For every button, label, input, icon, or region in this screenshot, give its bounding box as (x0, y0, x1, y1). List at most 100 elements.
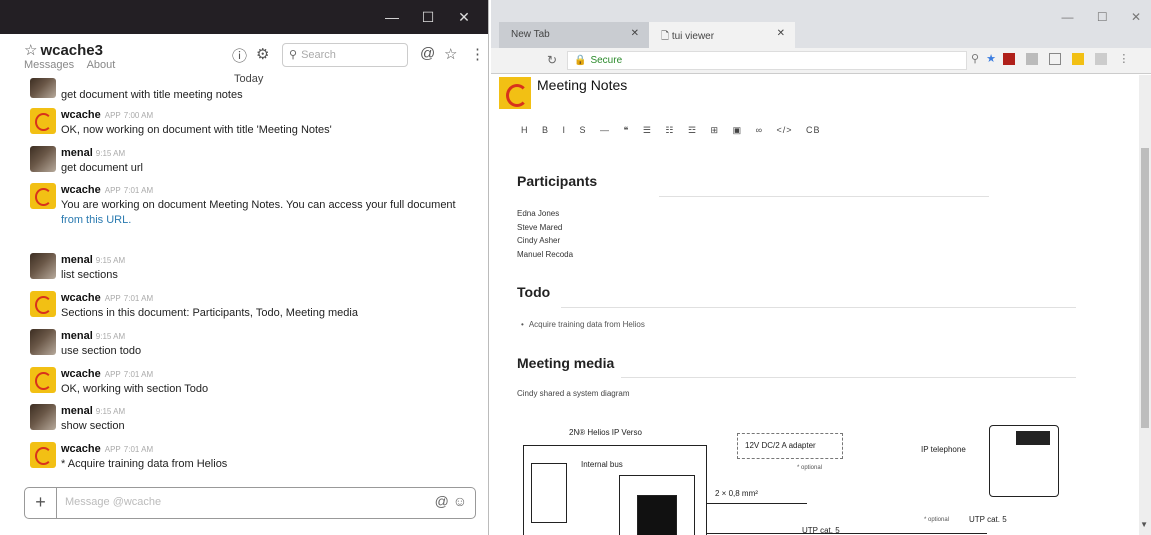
message-text: get document url (61, 162, 143, 174)
wcache-extension-icon[interactable] (1072, 53, 1085, 66)
message-text: * Acquire training data from Helios (61, 458, 228, 470)
avatar[interactable] (30, 146, 56, 172)
channel-title[interactable]: ☆ wcache3 (24, 41, 103, 59)
tab-new-tab[interactable]: New Tab ✕ (499, 22, 649, 48)
star-outline-icon[interactable]: ☆ (444, 45, 457, 63)
minimize-icon[interactable]: — (374, 0, 410, 34)
info-icon[interactable]: ⓘ (232, 45, 247, 66)
message-body: menal 9:15 AM use section todo (61, 329, 481, 359)
message-time[interactable]: 7:00 AM (124, 111, 153, 120)
browser-toolbar: ⚲ ★ ⋮ (971, 52, 1131, 66)
document-page: Meeting Notes H B I S — ❝ ☰ ☷ ☲ ⊞ ▣ ∞ </… (491, 75, 1139, 535)
reload-icon[interactable]: ↻ (547, 53, 557, 67)
cast-icon[interactable] (1049, 53, 1062, 66)
message-text: Sections in this document: Participants,… (61, 307, 358, 319)
url-field[interactable]: 🔒 Secure (567, 51, 967, 70)
editor-toolbar[interactable]: H B I S — ❝ ☰ ☷ ☲ ⊞ ▣ ∞ </> CB (521, 125, 821, 136)
app-badge: APP (104, 445, 121, 454)
message-author[interactable]: wcache (61, 443, 101, 455)
diagram-unit-display (637, 495, 677, 535)
maximize-icon[interactable]: ☐ (410, 0, 446, 34)
attach-plus-icon[interactable]: + (25, 488, 57, 518)
mention-icon[interactable]: @ (420, 45, 435, 62)
diagram-internal-bus: Internal bus (581, 460, 623, 469)
message-time[interactable]: 7:01 AM (124, 370, 153, 379)
app-badge: APP (104, 294, 121, 303)
emoji-icon[interactable]: ☺ (453, 493, 467, 509)
diagram-module-box (531, 463, 567, 523)
message-input[interactable]: Message @wcache (65, 496, 161, 508)
message-author[interactable]: wcache (61, 368, 101, 380)
menu-icon[interactable]: ⋮ (1118, 53, 1131, 65)
browser-window: New Tab ✕ 🗋 tui viewer ✕ — ☐ ✕ ↻ 🔒 Secure… (491, 0, 1151, 535)
message-time[interactable]: 7:01 AM (124, 294, 153, 303)
document-url-link[interactable]: from this URL. (61, 214, 131, 226)
zoom-icon[interactable]: ⚲ (971, 53, 981, 65)
message-time[interactable]: 7:01 AM (124, 445, 153, 454)
message-time[interactable]: 9:15 AM (96, 332, 125, 341)
message-author[interactable]: wcache (61, 292, 101, 304)
tab-about[interactable]: About (87, 59, 116, 71)
message-author[interactable]: menal (61, 330, 93, 342)
avatar[interactable] (30, 329, 56, 355)
scrollbar-thumb[interactable] (1141, 148, 1149, 428)
message-text: list sections (61, 269, 118, 281)
close-tab-icon[interactable]: ✕ (777, 28, 785, 39)
message-author[interactable]: menal (61, 147, 93, 159)
diagram-adapter-label: 12V DC/2 A adapter (745, 441, 816, 450)
minimize-icon[interactable]: — (1061, 10, 1073, 24)
message-time[interactable]: 9:15 AM (96, 256, 125, 265)
avatar[interactable] (30, 367, 56, 393)
list-item: Manuel Recoda (517, 249, 574, 259)
avatar[interactable] (30, 404, 56, 430)
tab-tui-viewer[interactable]: 🗋 tui viewer ✕ (649, 22, 795, 48)
mention-icon[interactable]: @ (435, 493, 449, 509)
channel-header: ☆ wcache3 Messages About ⓘ ⚙ ⚲ Search @ ☆ … (0, 38, 488, 78)
gear-icon[interactable]: ⚙ (256, 45, 269, 63)
extension-icon[interactable] (1026, 53, 1039, 66)
message-time[interactable]: 7:01 AM (124, 186, 153, 195)
diagram-phone-screen (1016, 431, 1050, 445)
star-icon[interactable]: ☆ (24, 42, 37, 59)
avatar[interactable] (30, 253, 56, 279)
screen: — ☐ ✕ ☆ wcache3 Messages About ⓘ ⚙ ⚲ Searc… (0, 0, 1151, 535)
app-badge: APP (104, 111, 121, 120)
avatar[interactable] (30, 291, 56, 317)
close-icon[interactable]: ✕ (446, 0, 482, 34)
diagram-ip-phone-label: IP telephone (921, 445, 966, 454)
search-icon: ⚲ (289, 49, 298, 61)
bookmark-star-icon[interactable]: ★ (986, 53, 998, 65)
pdf-extension-icon[interactable] (1003, 53, 1016, 66)
search-input[interactable]: ⚲ Search (282, 43, 408, 67)
diagram-optional-note: * optional (797, 465, 823, 471)
more-icon[interactable]: ⋮ (470, 45, 485, 63)
list-item: Cindy Asher (517, 236, 561, 245)
message-time[interactable]: 9:15 AM (96, 407, 125, 416)
maximize-icon[interactable]: ☐ (1097, 10, 1108, 24)
message-author[interactable]: wcache (61, 109, 101, 121)
todo-item: Acquire training data from Helios (521, 320, 645, 329)
message-author[interactable]: menal (61, 405, 93, 417)
section-heading-participants: Participants (517, 173, 598, 189)
message-author[interactable]: menal (61, 254, 93, 266)
close-icon[interactable]: ✕ (1131, 10, 1141, 24)
avatar[interactable] (30, 78, 56, 98)
tab-messages[interactable]: Messages (24, 59, 74, 71)
scroll-down-icon[interactable]: ▼ (1140, 520, 1148, 529)
message-text: OK, now working on document with title '… (61, 124, 332, 136)
message-text: use section todo (61, 345, 142, 357)
close-tab-icon[interactable]: ✕ (631, 28, 639, 39)
message-author[interactable]: wcache (61, 184, 101, 196)
diagram-optional-note-2: * optional (924, 517, 950, 523)
avatar[interactable] (30, 183, 56, 209)
participants-list: Edna Jones Steve Mared Cindy Asher Manue… (517, 207, 573, 261)
message-body: wcache APP 7:01 AM Sections in this docume… (61, 291, 481, 321)
diagram-utp-label-2: UTP cat. 5 (969, 515, 1007, 524)
message-time[interactable]: 9:15 AM (96, 149, 125, 158)
extension-icon[interactable] (1095, 53, 1108, 66)
message-body: wcache APP 7:01 AM * Acquire training data… (61, 442, 481, 472)
avatar[interactable] (30, 442, 56, 468)
diagram-utp-cable (707, 533, 987, 534)
avatar[interactable] (30, 108, 56, 134)
app-logo (499, 77, 531, 109)
